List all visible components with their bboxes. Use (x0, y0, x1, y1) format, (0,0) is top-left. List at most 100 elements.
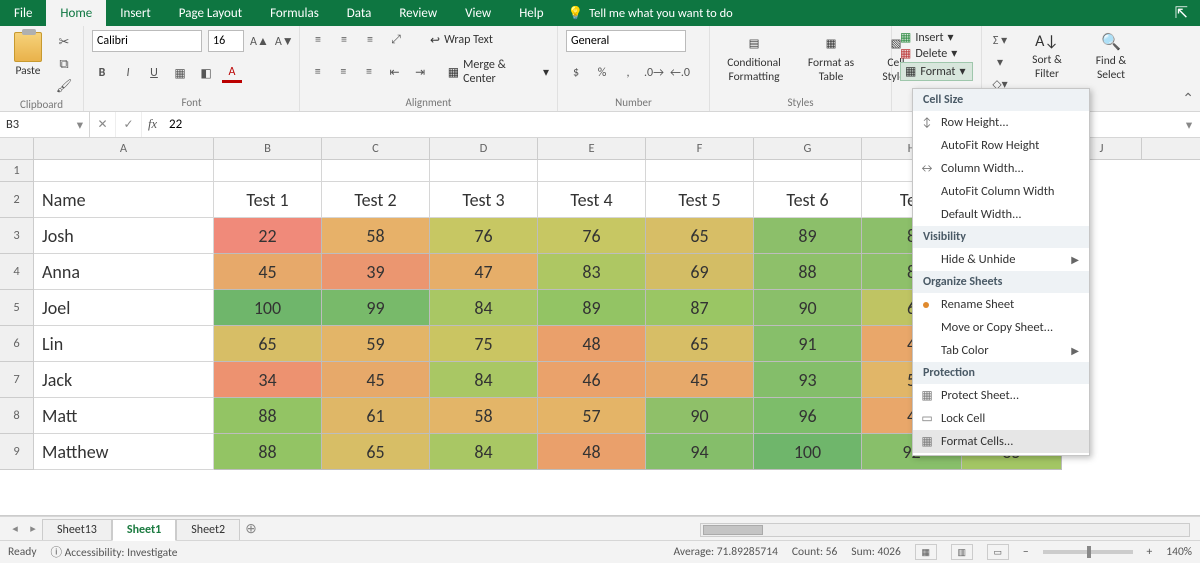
zoom-slider-thumb[interactable] (1087, 546, 1091, 558)
tab-page-layout[interactable]: Page Layout (165, 0, 256, 26)
cell-B3[interactable]: 22 (214, 218, 322, 254)
format-cells-button[interactable]: ▦Format ▾ (900, 62, 973, 81)
cell-D1[interactable] (430, 160, 538, 182)
col-header-G[interactable]: G (754, 138, 862, 159)
cell-E1[interactable] (538, 160, 646, 182)
fill-color-button[interactable]: ◧ (196, 63, 216, 83)
comma-format-button[interactable]: , (618, 63, 638, 83)
format-menu-item[interactable]: ↕Row Height... (913, 111, 1089, 134)
select-all-corner[interactable] (0, 138, 34, 159)
sheet-tab-1[interactable]: Sheet1 (112, 519, 176, 541)
cell-F7[interactable]: 45 (646, 362, 754, 398)
cell-E5[interactable]: 89 (538, 290, 646, 326)
increase-font-button[interactable]: A▲ (250, 31, 269, 51)
accounting-format-button[interactable]: $ (566, 63, 586, 83)
sheet-nav-prev[interactable]: ◂ (6, 522, 24, 535)
row-header-7[interactable]: 7 (0, 362, 34, 398)
format-menu-item[interactable]: AutoFit Column Width (913, 180, 1089, 203)
enter-formula-button[interactable]: ✓ (116, 112, 142, 137)
find-select-button[interactable]: 🔍Find & Select (1084, 30, 1138, 84)
zoom-in-button[interactable]: + (1147, 545, 1153, 559)
cell-E4[interactable]: 83 (538, 254, 646, 290)
cell-F6[interactable]: 65 (646, 326, 754, 362)
cell-F1[interactable] (646, 160, 754, 182)
cell-D6[interactable]: 75 (430, 326, 538, 362)
format-menu-item[interactable]: ▦Protect Sheet... (913, 384, 1089, 407)
view-normal-button[interactable]: ▦ (915, 544, 937, 560)
underline-button[interactable]: U (144, 63, 164, 83)
cell-B5[interactable]: 100 (214, 290, 322, 326)
cell-F4[interactable]: 69 (646, 254, 754, 290)
font-color-button[interactable]: A (222, 63, 242, 83)
format-menu-item[interactable]: Default Width... (913, 203, 1089, 226)
tab-view[interactable]: View (451, 0, 505, 26)
sort-filter-button[interactable]: A↓Sort & Filter (1020, 30, 1074, 83)
align-middle-button[interactable]: ≡ (334, 30, 354, 50)
tab-formulas[interactable]: Formulas (256, 0, 333, 26)
cell-A6[interactable]: Lin (34, 326, 214, 362)
cell-G7[interactable]: 93 (754, 362, 862, 398)
zoom-level[interactable]: 140% (1166, 545, 1192, 559)
cell-G1[interactable] (754, 160, 862, 182)
merge-center-button[interactable]: ▦Merge & Center ▾ (448, 58, 549, 86)
zoom-out-button[interactable]: − (1023, 545, 1029, 559)
cell-B6[interactable]: 65 (214, 326, 322, 362)
format-menu-item[interactable]: Hide & Unhide▶ (913, 248, 1089, 271)
cell-D4[interactable]: 47 (430, 254, 538, 290)
row-header-5[interactable]: 5 (0, 290, 34, 326)
sheet-tab-2[interactable]: Sheet2 (176, 519, 240, 540)
format-menu-item[interactable]: ▭Lock Cell (913, 407, 1089, 430)
cell-G9[interactable]: 100 (754, 434, 862, 470)
cell-A7[interactable]: Jack (34, 362, 214, 398)
row-header-1[interactable]: 1 (0, 160, 34, 182)
row-header-8[interactable]: 8 (0, 398, 34, 434)
format-painter-button[interactable]: 🖌 (54, 76, 74, 96)
autosum-button[interactable]: Σ ▾ (990, 30, 1010, 50)
cell-A8[interactable]: Matt (34, 398, 214, 434)
tab-insert[interactable]: Insert (106, 0, 165, 26)
horizontal-scrollbar[interactable] (700, 523, 1190, 537)
share-icon[interactable]: ⇱ (1175, 3, 1188, 23)
cell-C8[interactable]: 61 (322, 398, 430, 434)
cell-C2[interactable]: Test 2 (322, 182, 430, 218)
format-menu-item[interactable]: Rename Sheet (913, 293, 1089, 316)
cell-D9[interactable]: 84 (430, 434, 538, 470)
cell-E2[interactable]: Test 4 (538, 182, 646, 218)
cell-D8[interactable]: 58 (430, 398, 538, 434)
cell-G5[interactable]: 90 (754, 290, 862, 326)
copy-button[interactable]: ⧉ (54, 54, 74, 74)
col-header-B[interactable]: B (214, 138, 322, 159)
sheet-tab-0[interactable]: Sheet13 (42, 519, 112, 540)
decrease-decimal-button[interactable]: ←.0 (670, 63, 690, 83)
italic-button[interactable]: I (118, 63, 138, 83)
col-header-F[interactable]: F (646, 138, 754, 159)
align-top-button[interactable]: ≡ (308, 30, 328, 50)
row-header-2[interactable]: 2 (0, 182, 34, 218)
cell-C4[interactable]: 39 (322, 254, 430, 290)
cell-G2[interactable]: Test 6 (754, 182, 862, 218)
cell-C5[interactable]: 99 (322, 290, 430, 326)
cell-B8[interactable]: 88 (214, 398, 322, 434)
tab-file[interactable]: File (0, 0, 46, 26)
col-header-E[interactable]: E (538, 138, 646, 159)
cancel-formula-button[interactable]: ✕ (90, 112, 116, 137)
col-header-D[interactable]: D (430, 138, 538, 159)
tell-me-search[interactable]: 💡 Tell me what you want to do (558, 0, 743, 26)
zoom-slider[interactable] (1043, 550, 1133, 554)
align-left-button[interactable]: ≡ (308, 62, 328, 82)
cell-B7[interactable]: 34 (214, 362, 322, 398)
cell-G8[interactable]: 96 (754, 398, 862, 434)
align-right-button[interactable]: ≡ (359, 62, 379, 82)
status-accessibility[interactable]: ⓘ Accessibility: Investigate (51, 544, 178, 560)
bold-button[interactable]: B (92, 63, 112, 83)
cell-F8[interactable]: 90 (646, 398, 754, 434)
row-header-6[interactable]: 6 (0, 326, 34, 362)
cell-A9[interactable]: Matthew (34, 434, 214, 470)
cell-B4[interactable]: 45 (214, 254, 322, 290)
new-sheet-button[interactable]: ⊕ (240, 520, 262, 538)
align-center-button[interactable]: ≡ (334, 62, 354, 82)
format-menu-item[interactable]: Move or Copy Sheet... (913, 316, 1089, 339)
row-header-9[interactable]: 9 (0, 434, 34, 470)
cell-D5[interactable]: 84 (430, 290, 538, 326)
view-page-break-button[interactable]: ▭ (987, 544, 1009, 560)
